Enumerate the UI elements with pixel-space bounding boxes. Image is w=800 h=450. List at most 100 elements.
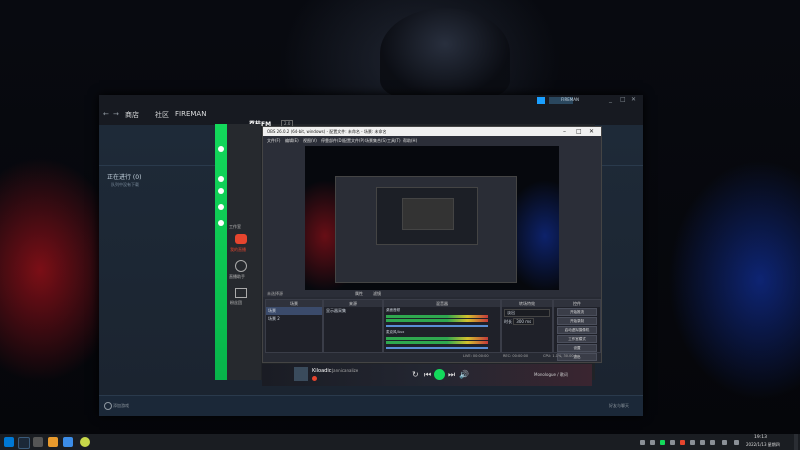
radio-icon[interactable] xyxy=(218,188,224,194)
add-game-icon[interactable] xyxy=(104,402,112,410)
duration-input[interactable]: 300 ms xyxy=(513,318,535,325)
tray-icon[interactable] xyxy=(650,440,655,445)
status-cpu: CPU: 1.1%, 30.00 fps xyxy=(543,354,580,358)
obs-window-title: OBS 26.0.2 (64-bit, windows) - 配置文件: 未命名… xyxy=(267,129,387,134)
volume-tray-icon[interactable] xyxy=(722,440,727,445)
tray-icon[interactable] xyxy=(660,440,665,445)
steam-bottombar: 添加游戏 好友与聊天 xyxy=(99,395,643,416)
like-icon[interactable] xyxy=(312,376,317,381)
tray-icon[interactable] xyxy=(640,440,645,445)
studio-mode-button[interactable]: 工作室模式 xyxy=(557,335,597,343)
clock-time[interactable]: 19:13 xyxy=(754,435,767,440)
tab-username[interactable]: FIREMAN xyxy=(175,110,206,118)
desktop-volume-slider[interactable] xyxy=(386,325,488,327)
scenes-header: 场景 xyxy=(266,300,322,307)
music-icon[interactable] xyxy=(218,176,224,182)
duration-label: 时长 xyxy=(504,319,512,324)
mic-volume-slider[interactable] xyxy=(386,347,488,349)
scene-item[interactable]: 场景 xyxy=(266,307,322,315)
mixer-channel-desktop: 桌面音频 xyxy=(386,308,400,312)
forward-icon[interactable]: → xyxy=(113,110,119,118)
preview-nested-2 xyxy=(376,187,478,245)
side-label-fans[interactable]: 粉丝团 xyxy=(230,300,242,306)
tray-icon[interactable] xyxy=(680,440,685,445)
source-item[interactable]: 显示器采集 xyxy=(324,307,382,315)
steam-titlebar[interactable]: FIREMAN _ □ ✕ xyxy=(99,95,643,107)
obs-minimize-icon[interactable]: – xyxy=(563,128,566,135)
previous-icon[interactable]: ⏮ xyxy=(424,370,431,380)
tab-community[interactable]: 社区 xyxy=(155,110,169,120)
minimize-icon[interactable]: _ xyxy=(609,96,612,103)
friends-chat-button[interactable]: 好友与聊天 xyxy=(609,403,629,409)
transitions-panel: 转场特效 淡出 时长 300 ms xyxy=(501,299,553,353)
add-game-button[interactable]: 添加游戏 xyxy=(113,403,129,409)
clock-date[interactable]: 2022/1/13 星期四 xyxy=(746,442,780,448)
explorer-taskbar-icon[interactable] xyxy=(63,437,73,447)
play-pause-icon[interactable] xyxy=(434,369,445,380)
obs-close-icon[interactable]: ✕ xyxy=(589,128,594,135)
menu-docks[interactable]: 停靠部件(D) xyxy=(321,138,343,144)
network-icon[interactable] xyxy=(710,440,715,445)
mixer-panel: 混音器 桌面音频 麦克风/Aux xyxy=(383,299,501,353)
app-taskbar-icon[interactable] xyxy=(48,437,58,447)
obs-window[interactable]: OBS 26.0.2 (64-bit, windows) - 配置文件: 未命名… xyxy=(262,126,602,363)
settings-button[interactable]: 设置 xyxy=(557,344,597,352)
menu-edit[interactable]: 编辑(E) xyxy=(285,138,299,144)
steam-account-name[interactable]: FIREMAN xyxy=(561,97,579,102)
sources-panel: 来源 显示器采集 xyxy=(323,299,383,353)
obs-maximize-icon[interactable]: □ xyxy=(576,128,582,135)
menu-scene-collection[interactable]: 场景集合(S) xyxy=(365,138,387,144)
start-recording-button[interactable]: 开始录制 xyxy=(557,317,597,325)
start-icon[interactable] xyxy=(4,437,14,447)
tray-icon[interactable] xyxy=(670,440,675,445)
album-cover[interactable] xyxy=(294,367,308,381)
menu-profile[interactable]: 配置文件(P) xyxy=(343,138,365,144)
side-label-live[interactable]: 我的直播 xyxy=(230,247,246,253)
mic-audio-meter xyxy=(386,341,488,344)
side-label-assistant[interactable]: 直播助手 xyxy=(229,274,245,280)
tray-icon[interactable] xyxy=(690,440,695,445)
mic-icon[interactable] xyxy=(218,204,224,210)
show-desktop-button[interactable] xyxy=(794,434,798,450)
menu-help[interactable]: 帮助(H) xyxy=(403,138,417,144)
tray-icon[interactable] xyxy=(700,440,705,445)
obs-titlebar[interactable]: OBS 26.0.2 (64-bit, windows) - 配置文件: 未命名… xyxy=(263,127,601,136)
live-icon[interactable] xyxy=(235,234,247,244)
ime-icon[interactable] xyxy=(734,440,739,445)
volume-icon[interactable]: 🔊 xyxy=(459,370,469,379)
preview-nested-3 xyxy=(402,198,454,230)
fans-group-icon[interactable] xyxy=(235,288,247,298)
obs-dock-area: 场景 场景 场景 2 来源 显示器采集 混音器 桌面音频 麦克风/Aux 转场特… xyxy=(263,297,601,362)
obs-preview-canvas[interactable] xyxy=(305,146,559,290)
downloads-subtitle: 队列中没有下载 xyxy=(111,182,139,187)
steam-taskbar-icon[interactable] xyxy=(18,437,30,449)
start-streaming-button[interactable]: 开始推流 xyxy=(557,308,597,316)
menu-file[interactable]: 文件(F) xyxy=(267,138,280,144)
steam-broadcast-icon[interactable] xyxy=(537,97,545,104)
scene-item[interactable]: 场景 2 xyxy=(266,315,322,323)
close-icon[interactable]: ✕ xyxy=(631,96,636,103)
menu-tools[interactable]: 工具(T) xyxy=(387,138,401,144)
song-title: Kiloadic xyxy=(312,368,332,374)
back-icon[interactable]: ← xyxy=(103,110,109,118)
music-taskbar-icon[interactable] xyxy=(80,437,90,447)
assistant-icon[interactable] xyxy=(235,260,247,272)
next-icon[interactable]: ⏭ xyxy=(448,370,455,380)
lyrics-button[interactable]: Monologue / 歌词 xyxy=(534,372,568,378)
desktop-audio-meter xyxy=(386,319,488,322)
song-artist: Jannicanalize xyxy=(332,368,359,373)
steam-navbar: ← → 商店 社区 FIREMAN xyxy=(99,107,643,125)
loop-icon[interactable]: ↻ xyxy=(412,370,419,379)
home-icon[interactable] xyxy=(218,146,224,152)
windows-taskbar: 19:13 2022/1/13 星期四 xyxy=(0,434,800,450)
transition-select[interactable]: 淡出 xyxy=(504,309,550,317)
menu-view[interactable]: 视图(V) xyxy=(303,138,317,144)
obs-menubar: 文件(F) 编辑(E) 视图(V) 停靠部件(D) 配置文件(P) 场景集合(S… xyxy=(263,136,601,144)
obs-taskbar-icon[interactable] xyxy=(33,437,43,447)
maximize-icon[interactable]: □ xyxy=(620,96,626,103)
fans-icon[interactable] xyxy=(218,220,224,226)
side-label-studio[interactable]: 工作室 xyxy=(229,224,241,230)
tab-store[interactable]: 商店 xyxy=(125,110,139,120)
wallpaper-soldier-figure xyxy=(380,8,510,98)
virtual-camera-button[interactable]: 启动虚拟摄像机 xyxy=(557,326,597,334)
